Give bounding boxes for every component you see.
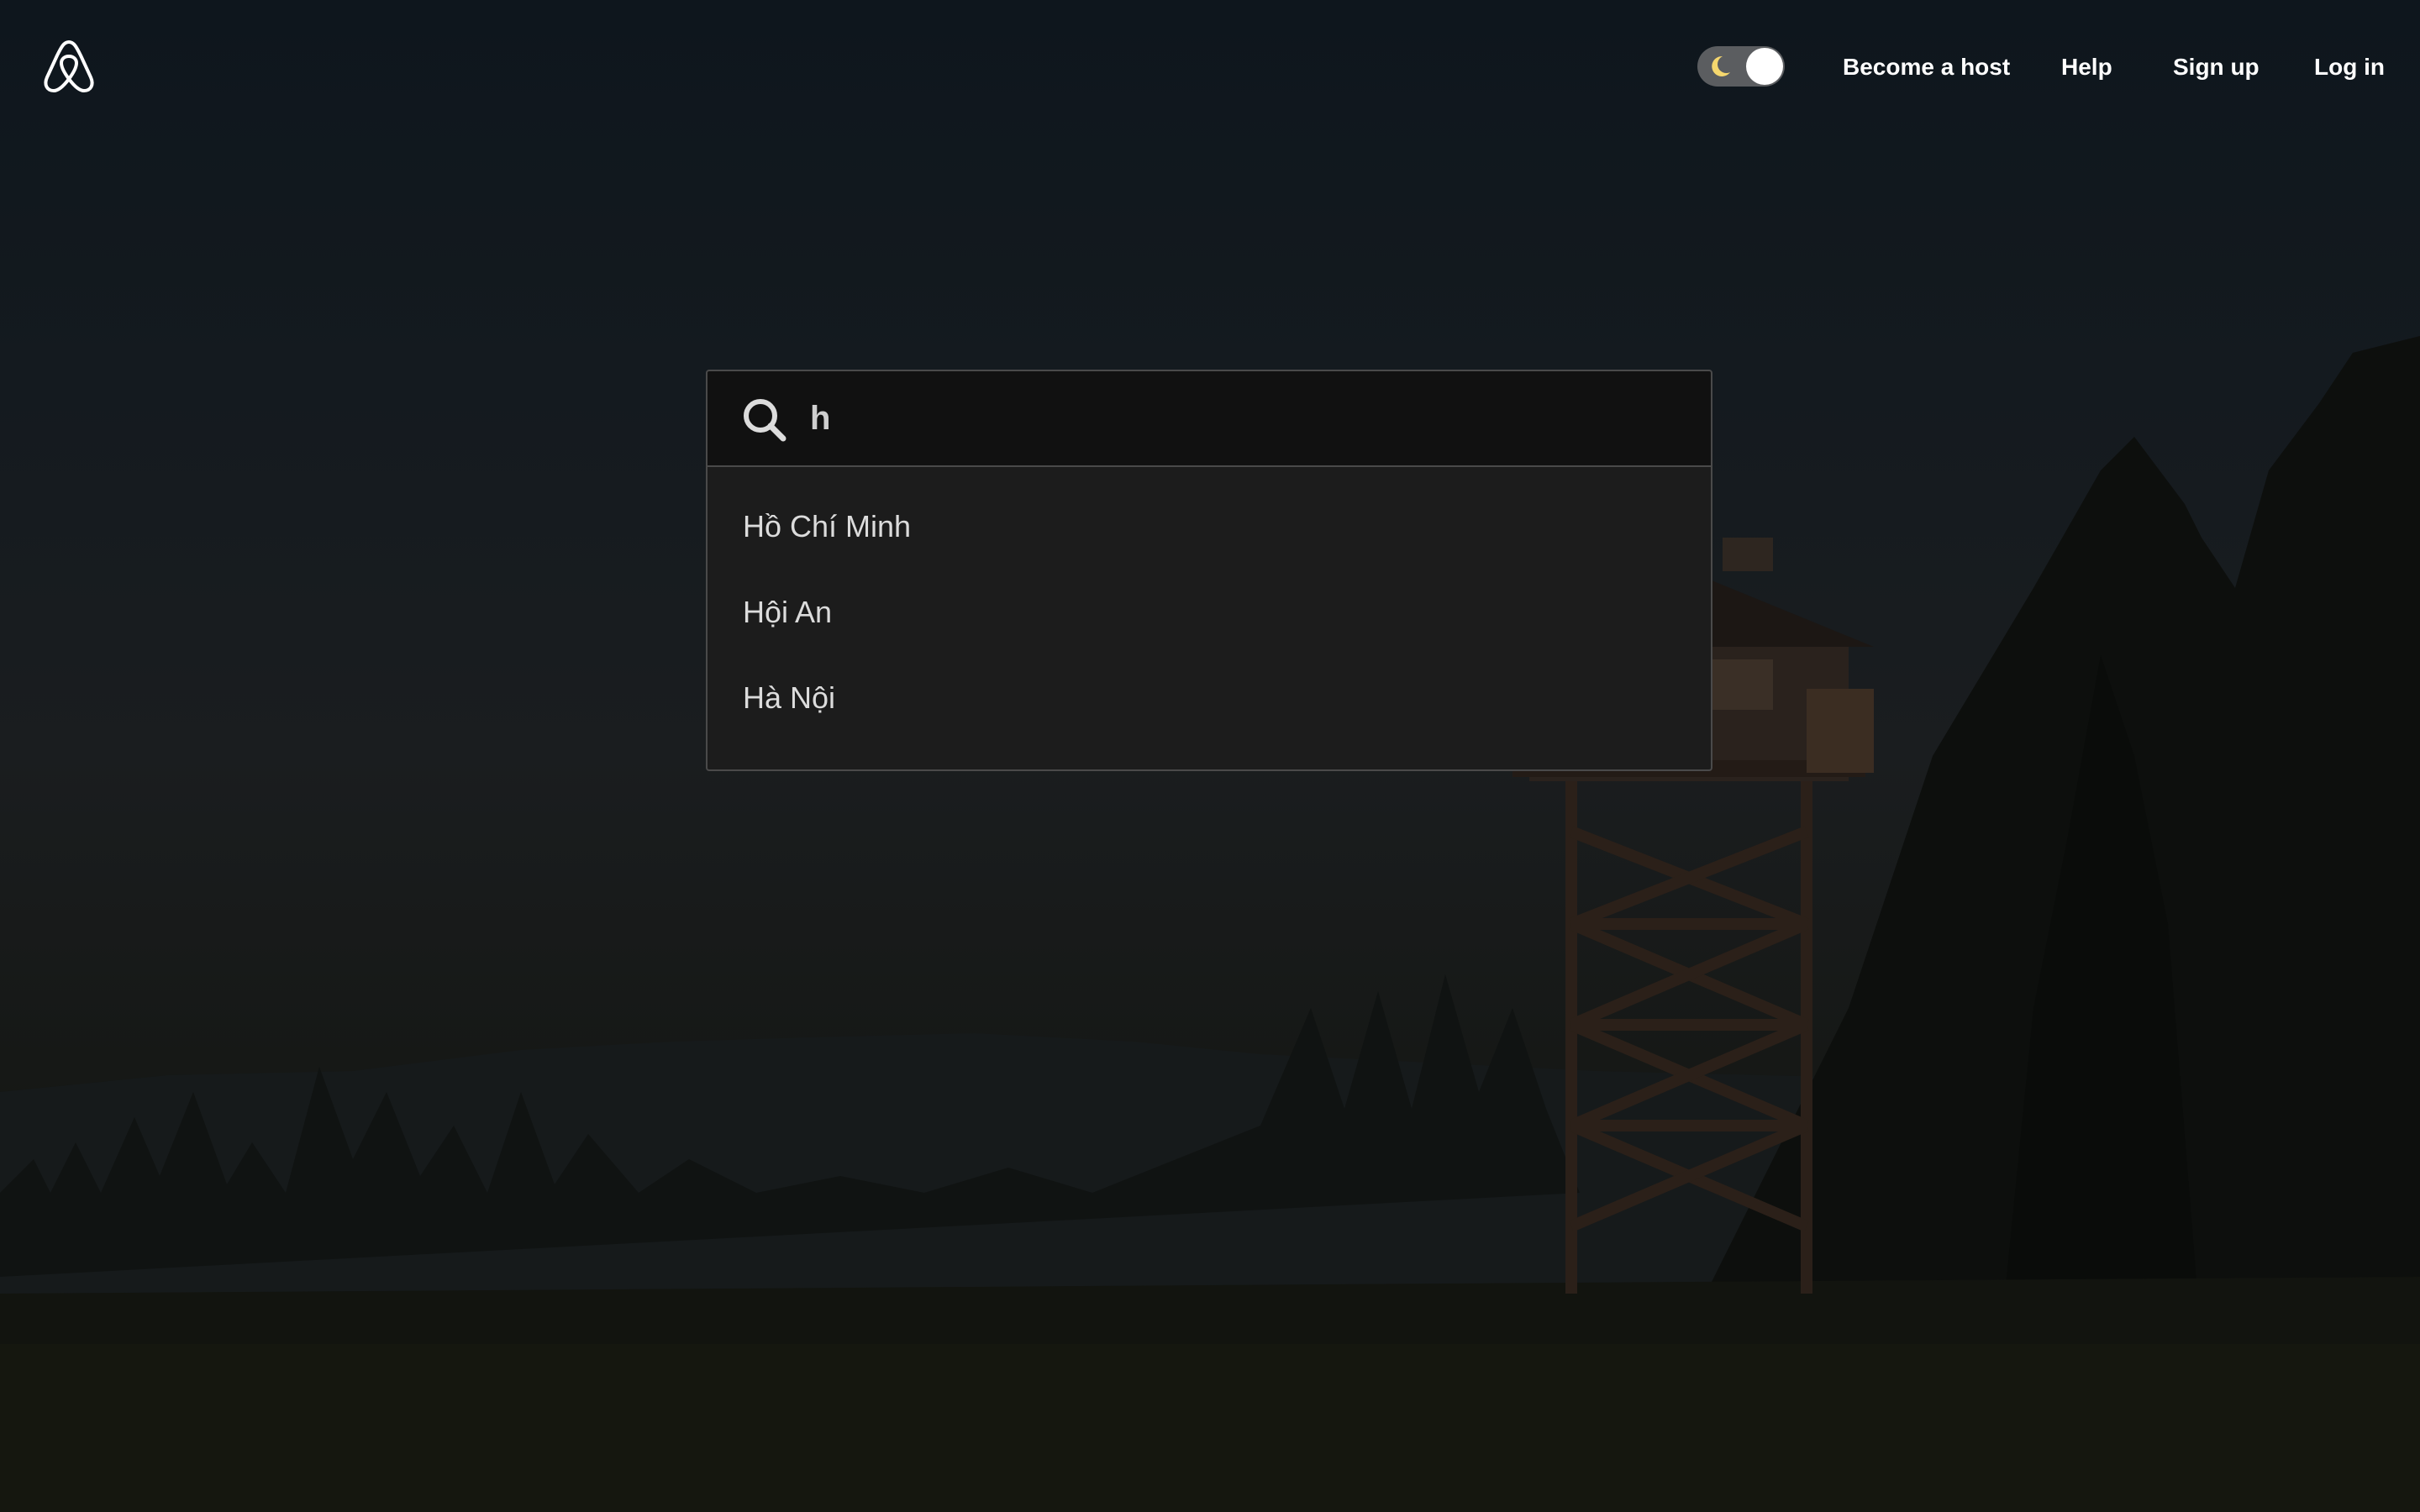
page: Become a host Help Sign up Log in Hồ Chí… — [0, 0, 2420, 1512]
search-box — [706, 370, 1712, 467]
theme-toggle[interactable] — [1697, 46, 1785, 87]
search-icon — [744, 399, 786, 442]
moon-icon — [1712, 55, 1730, 76]
become-a-host-link[interactable]: Become a host — [1843, 52, 2010, 82]
sign-up-link[interactable]: Sign up — [2173, 52, 2260, 82]
toggle-knob — [1746, 48, 1783, 85]
help-link[interactable]: Help — [2061, 52, 2112, 82]
search-input[interactable] — [810, 391, 1684, 445]
suggestion-item[interactable]: Hồ Chí Minh — [708, 484, 1711, 570]
suggestions-dropdown: Hồ Chí Minh Hội An Hà Nội — [706, 467, 1712, 771]
log-in-link[interactable]: Log in — [2314, 52, 2385, 82]
airbnb-logo-icon[interactable] — [40, 37, 97, 96]
suggestion-item[interactable]: Hội An — [708, 570, 1711, 655]
suggestion-item[interactable]: Hà Nội — [708, 655, 1711, 741]
